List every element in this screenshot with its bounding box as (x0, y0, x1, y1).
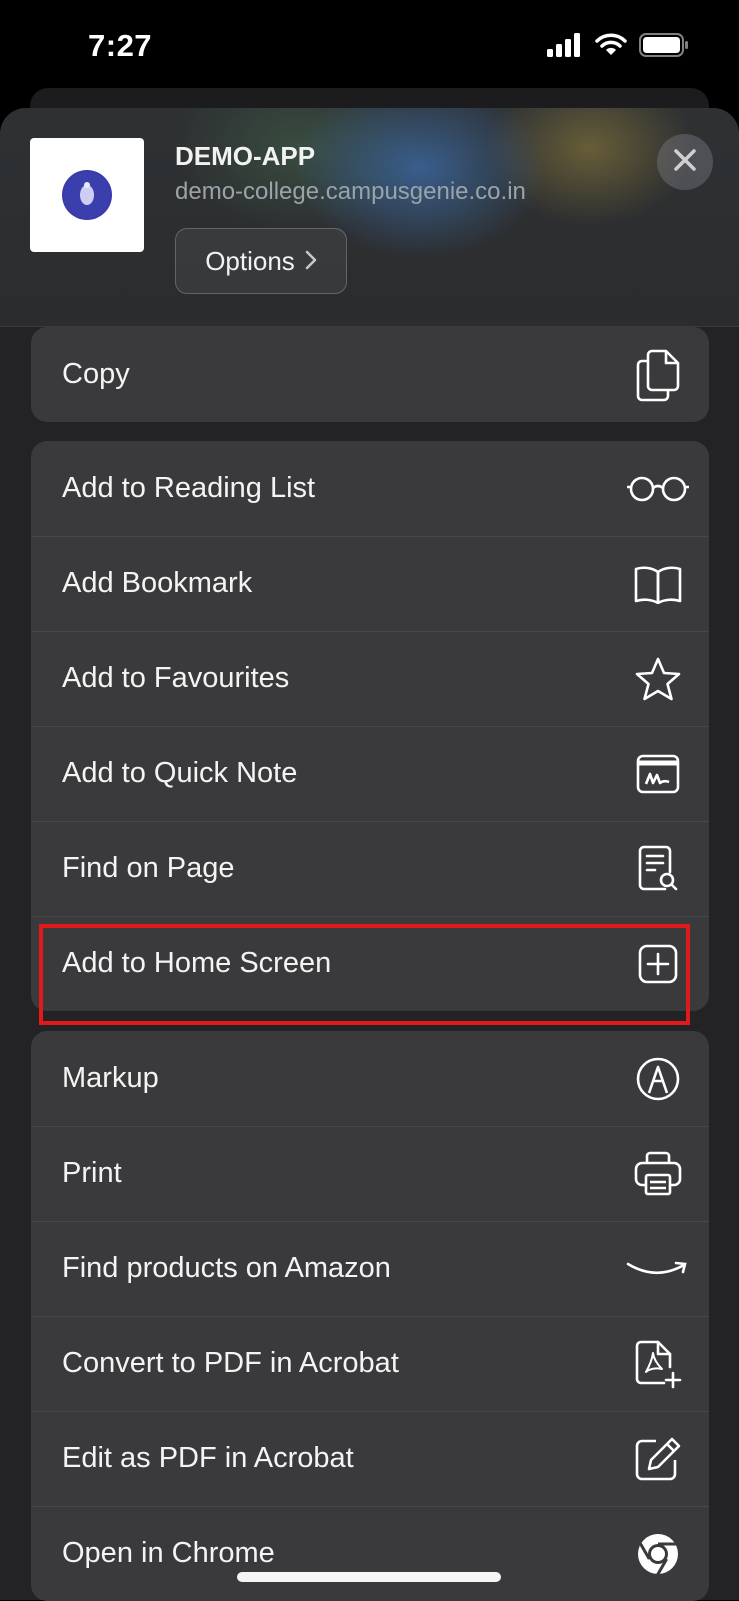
action-add-bookmark[interactable]: Add Bookmark (31, 536, 709, 631)
action-label: Convert to PDF in Acrobat (62, 1347, 399, 1379)
action-add-to-home-screen[interactable]: Add to Home Screen (31, 916, 709, 1011)
home-indicator[interactable] (237, 1572, 501, 1582)
amazon-icon (625, 1239, 691, 1299)
actions-group-extensions: Markup Print Find products on Amazon Con… (31, 1031, 709, 1601)
markup-icon (625, 1049, 691, 1109)
action-add-to-quick-note[interactable]: Add to Quick Note (31, 726, 709, 821)
actions-group-browser: Add to Reading List Add Bookmark Add to … (31, 441, 709, 1011)
action-label: Add to Reading List (62, 472, 316, 504)
action-print[interactable]: Print (31, 1126, 709, 1221)
actions-group-copy: Copy (31, 327, 709, 422)
action-label: Add Bookmark (62, 567, 253, 599)
status-time: 7:27 (88, 28, 153, 63)
book-icon (625, 554, 691, 614)
action-add-to-favourites[interactable]: Add to Favourites (31, 631, 709, 726)
action-label: Find products on Amazon (62, 1252, 391, 1284)
action-label: Add to Quick Note (62, 757, 298, 789)
status-bar: 7:27 (0, 0, 739, 100)
close-button[interactable] (657, 134, 713, 190)
app-thumbnail (30, 138, 144, 252)
share-sheet-header: DEMO-APP demo-college.campusgenie.co.in … (0, 108, 739, 327)
action-label: Copy (62, 358, 130, 390)
edit-pdf-icon (625, 1429, 691, 1489)
app-url: demo-college.campusgenie.co.in (175, 178, 526, 205)
add-square-icon (625, 934, 691, 994)
action-markup[interactable]: Markup (31, 1031, 709, 1126)
action-label: Markup (62, 1062, 159, 1094)
status-icons (547, 32, 689, 62)
action-label: Add to Favourites (62, 662, 290, 694)
action-label: Print (62, 1157, 122, 1189)
action-label: Open in Chrome (62, 1537, 275, 1569)
action-open-in-chrome[interactable]: Open in Chrome (31, 1506, 709, 1601)
glasses-icon (625, 459, 691, 519)
options-button[interactable]: Options (175, 228, 347, 294)
star-icon (625, 649, 691, 709)
college-logo-icon (62, 170, 112, 220)
action-convert-to-pdf-in-acrobat[interactable]: Convert to PDF in Acrobat (31, 1316, 709, 1411)
acrobat-pdf-icon (625, 1334, 691, 1394)
action-label: Edit as PDF in Acrobat (62, 1442, 354, 1474)
action-label: Find on Page (62, 852, 235, 884)
quick-note-icon (625, 744, 691, 804)
action-label: Add to Home Screen (62, 947, 332, 979)
action-edit-as-pdf-in-acrobat[interactable]: Edit as PDF in Acrobat (31, 1411, 709, 1506)
copy-icon (625, 345, 691, 405)
wifi-icon (595, 33, 627, 62)
action-find-products-on-amazon[interactable]: Find products on Amazon (31, 1221, 709, 1316)
find-on-page-icon (625, 839, 691, 899)
battery-icon (639, 32, 689, 62)
cellular-signal-icon (547, 32, 583, 62)
action-add-to-reading-list[interactable]: Add to Reading List (31, 441, 709, 536)
chevron-right-icon (305, 246, 317, 277)
action-copy[interactable]: Copy (31, 327, 709, 422)
chrome-icon (625, 1524, 691, 1584)
close-icon (673, 148, 697, 177)
options-label: Options (205, 245, 295, 276)
action-find-on-page[interactable]: Find on Page (31, 821, 709, 916)
printer-icon (625, 1144, 691, 1204)
app-title: DEMO-APP (175, 141, 316, 171)
